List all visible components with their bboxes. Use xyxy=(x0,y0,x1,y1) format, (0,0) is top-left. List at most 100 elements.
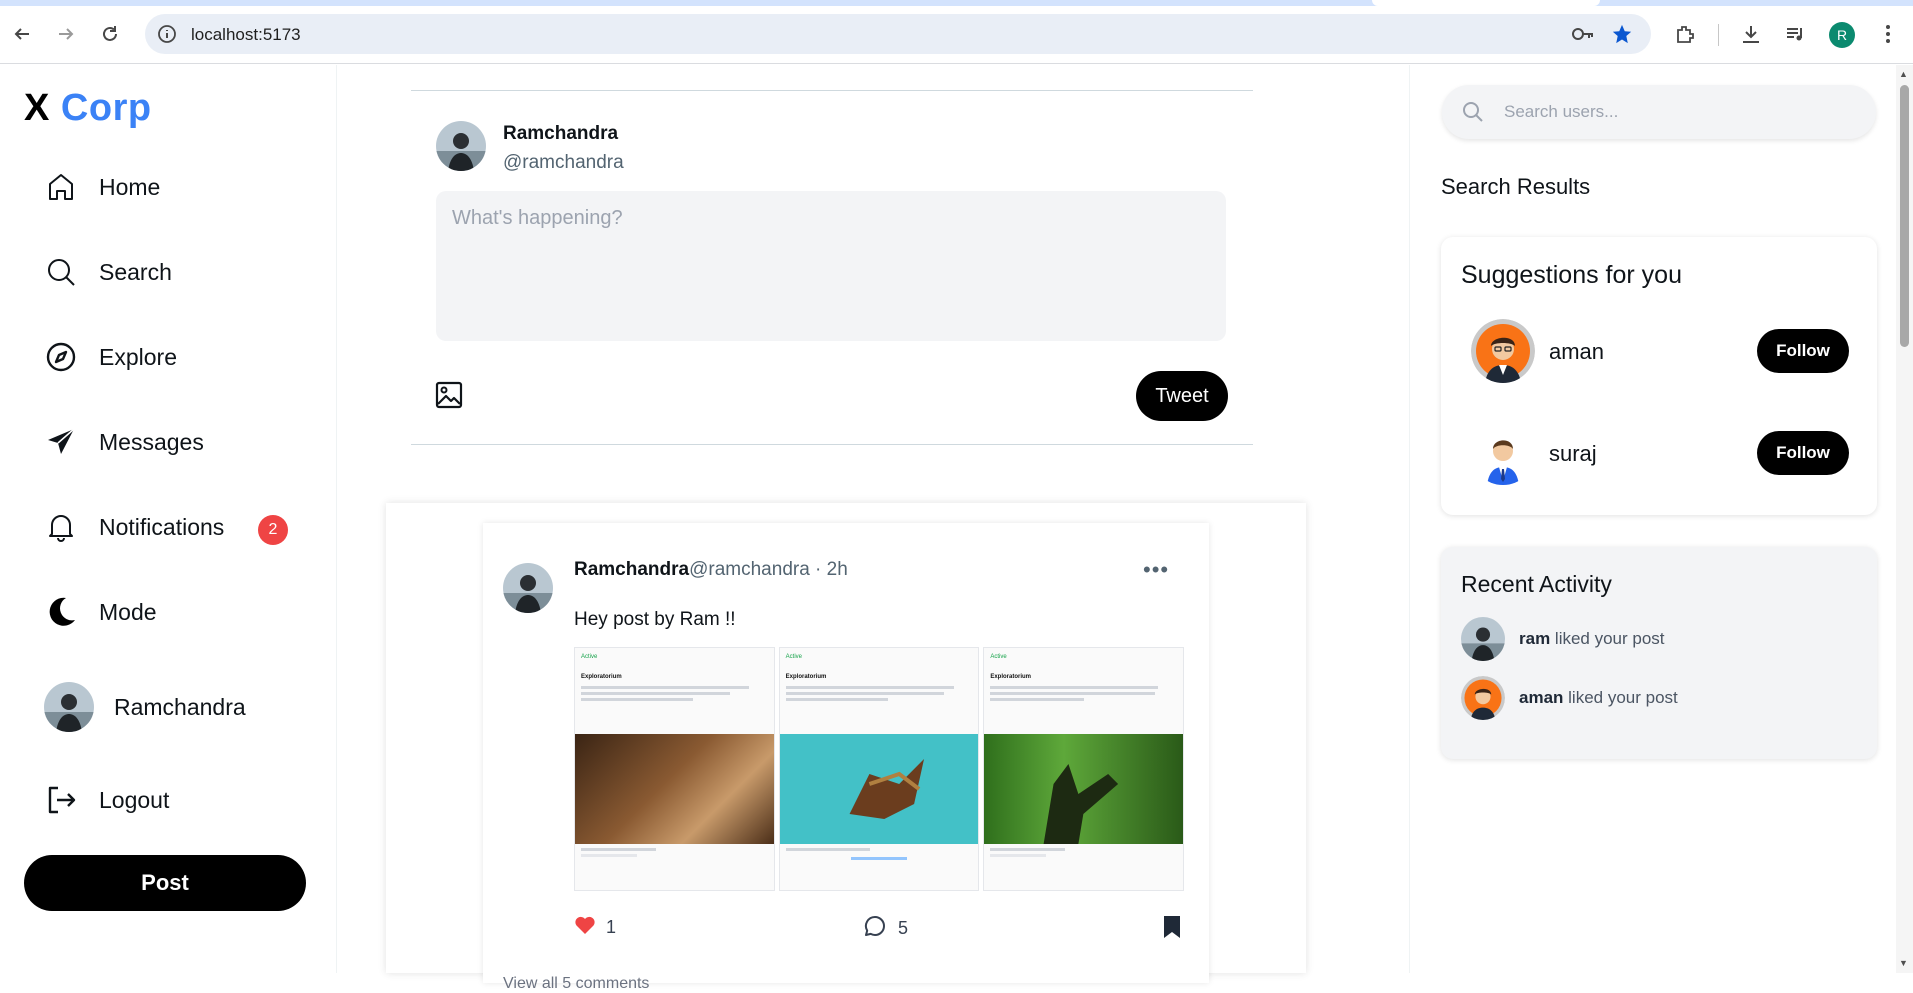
activity-avatar xyxy=(1461,676,1505,720)
suggestion-name[interactable]: aman xyxy=(1549,339,1604,365)
browser-toolbar: localhost:5173 R xyxy=(0,0,1913,64)
sidebar-item-logout[interactable]: Logout xyxy=(44,778,169,822)
sidebar-item-label: Home xyxy=(99,173,161,200)
search-icon xyxy=(44,255,78,289)
activity-text: aman liked your post xyxy=(1519,688,1678,708)
suggestions-card: Suggestions for you aman Follow suraj Fo… xyxy=(1441,237,1877,515)
sidebar-item-notifications[interactable]: Notifications xyxy=(44,505,224,549)
sidebar-item-home[interactable]: Home xyxy=(44,165,160,209)
active-tab[interactable] xyxy=(1372,0,1600,6)
image-upload-icon[interactable] xyxy=(435,381,463,414)
sidebar-item-label: Explore xyxy=(99,343,177,370)
tweet-header: Ramchandra@ramchandra · 2h xyxy=(574,559,848,581)
browser-menu-icon[interactable] xyxy=(1874,20,1902,48)
logo-corp: Corp xyxy=(60,87,152,129)
sidebar-item-search[interactable]: Search xyxy=(44,250,172,294)
forward-icon[interactable] xyxy=(52,20,80,48)
scroll-thumb[interactable] xyxy=(1900,85,1909,347)
follow-button[interactable]: Follow xyxy=(1757,431,1849,475)
app-root: X Corp Home Search Explore Messages Noti… xyxy=(0,65,1913,992)
scroll-up-arrow-icon[interactable]: ▲ xyxy=(1899,69,1908,79)
send-icon xyxy=(44,425,78,459)
bookmark-button[interactable] xyxy=(1162,915,1182,944)
app-logo[interactable]: X Corp xyxy=(24,87,152,130)
panel-status: Active xyxy=(581,654,598,660)
page-scrollbar[interactable]: ▲ ▼ xyxy=(1896,65,1913,973)
sidebar-profile[interactable]: Ramchandra xyxy=(44,681,246,733)
reload-icon[interactable] xyxy=(96,20,124,48)
suggestion-avatar[interactable] xyxy=(1471,421,1535,485)
sidebar-item-label: Logout xyxy=(99,786,170,813)
logout-icon xyxy=(44,783,78,817)
profile-avatar[interactable]: R xyxy=(1829,22,1855,48)
activity-item: aman liked your post xyxy=(1461,676,1678,720)
back-icon[interactable] xyxy=(8,20,36,48)
activity-action: liked your post xyxy=(1563,688,1678,707)
like-button[interactable]: 1 xyxy=(574,915,616,940)
activity-item: ram liked your post xyxy=(1461,617,1665,661)
sidebar-item-label: Mode xyxy=(99,598,157,625)
more-options-icon[interactable]: ••• xyxy=(1143,557,1169,583)
bell-icon xyxy=(44,510,78,544)
tweet-button[interactable]: Tweet xyxy=(1136,371,1228,421)
logo-x: X xyxy=(24,87,50,129)
media-panel[interactable]: Active Exploratorium xyxy=(778,647,980,891)
tweet-text: Hey post by Ram !! xyxy=(574,609,736,630)
comment-icon xyxy=(864,915,886,942)
site-info-icon[interactable] xyxy=(157,24,177,49)
search-input[interactable] xyxy=(1504,99,1854,125)
like-count: 1 xyxy=(606,917,617,937)
view-all-comments-link[interactable]: View all 5 comments xyxy=(503,975,649,993)
sidebar-item-messages[interactable]: Messages xyxy=(44,420,204,464)
activity-user[interactable]: ram xyxy=(1519,629,1550,648)
sidebar-item-label: Notifications xyxy=(99,513,225,540)
comment-button[interactable]: 5 xyxy=(864,915,908,942)
extensions-icon[interactable] xyxy=(1671,20,1699,48)
main-feed-column: Ramchandra @ramchandra Tweet Ramchandra@… xyxy=(338,65,1409,992)
suggestion-item: aman Follow xyxy=(1471,319,1851,383)
sidebar-item-label: Messages xyxy=(99,428,204,455)
media-panel[interactable]: Active Exploratorium xyxy=(574,647,775,891)
sidebar-item-mode[interactable]: Mode xyxy=(44,590,157,634)
recent-activity-card: Recent Activity ram liked your post aman… xyxy=(1441,547,1877,759)
post-button[interactable]: Post xyxy=(24,855,306,911)
tweet-author-name[interactable]: Ramchandra xyxy=(574,559,689,580)
password-key-icon[interactable] xyxy=(1571,24,1595,49)
activity-user[interactable]: aman xyxy=(1519,688,1563,707)
panel-image xyxy=(575,734,774,844)
comment-count: 5 xyxy=(898,918,909,938)
tweet-textarea[interactable] xyxy=(436,191,1226,341)
profile-name: Ramchandra xyxy=(114,693,246,720)
bookmark-star-icon[interactable] xyxy=(1611,23,1633,50)
download-icon[interactable] xyxy=(1737,20,1765,48)
media-panel[interactable]: Active Exploratorium xyxy=(983,647,1185,891)
heart-icon xyxy=(574,915,596,940)
search-icon xyxy=(1462,101,1484,128)
panel-image xyxy=(984,734,1184,844)
address-bar[interactable]: localhost:5173 xyxy=(145,14,1651,54)
user-avatar xyxy=(44,682,94,732)
activity-action: liked your post xyxy=(1550,629,1665,648)
notifications-badge: 2 xyxy=(258,515,288,545)
right-sidebar: Search Results Suggestions for you aman … xyxy=(1409,65,1896,973)
tab-strip xyxy=(0,0,1913,6)
media-control-icon[interactable] xyxy=(1781,20,1809,48)
toolbar-separator xyxy=(1718,24,1719,46)
recent-activity-title: Recent Activity xyxy=(1461,571,1612,597)
tweet-card[interactable]: Ramchandra@ramchandra · 2h ••• Hey post … xyxy=(483,523,1209,992)
panel-header: Active Exploratorium xyxy=(575,648,774,734)
suggestion-avatar[interactable] xyxy=(1471,319,1535,383)
scroll-down-arrow-icon[interactable]: ▼ xyxy=(1899,958,1908,968)
home-icon xyxy=(44,170,78,204)
sidebar-item-explore[interactable]: Explore xyxy=(44,335,177,379)
tweet-media[interactable]: Active Exploratorium Active Exploratoriu… xyxy=(574,647,1185,891)
activity-text: ram liked your post xyxy=(1519,629,1665,649)
user-search-box[interactable] xyxy=(1442,85,1876,139)
sidebar: X Corp Home Search Explore Messages Noti… xyxy=(0,65,337,973)
follow-button[interactable]: Follow xyxy=(1757,329,1849,373)
compass-icon xyxy=(44,340,78,374)
suggestion-name[interactable]: suraj xyxy=(1549,441,1597,467)
panel-header: Active Exploratorium xyxy=(780,648,979,734)
url-text[interactable]: localhost:5173 xyxy=(191,25,301,45)
tweet-avatar[interactable] xyxy=(503,563,553,613)
